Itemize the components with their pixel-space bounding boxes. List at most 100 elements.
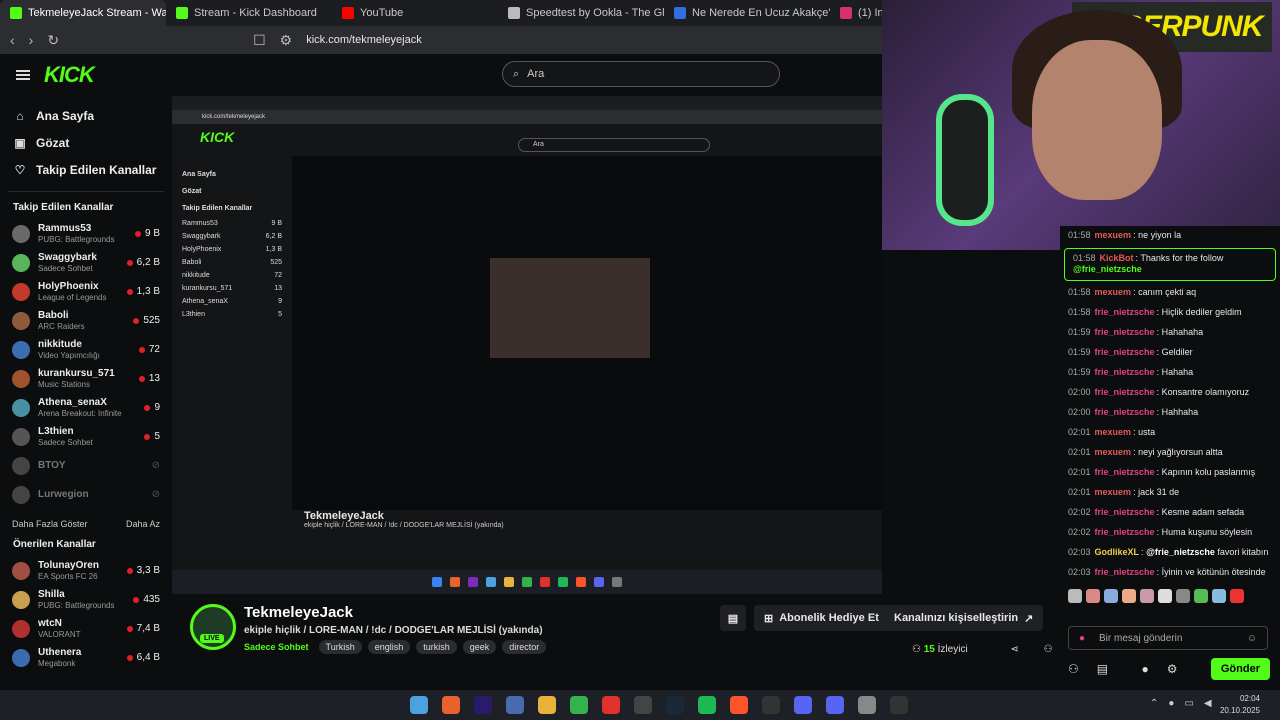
chat-bubble-icon[interactable]: ●	[1141, 662, 1148, 676]
channel-item[interactable]: Uthenera Megabonk 6,4 B	[0, 643, 172, 672]
app-circle-icon[interactable]	[794, 696, 812, 714]
emote-icon[interactable]	[1122, 588, 1136, 603]
gift-subscription-button[interactable]: ⊞ Abonelik Hediye Et	[754, 605, 889, 631]
channel-item[interactable]: wtcN VALORANT 7,4 B	[0, 614, 172, 643]
browser-tab[interactable]: Stream - Kick Dashboard	[166, 0, 332, 26]
app-icon[interactable]	[602, 696, 620, 714]
settings-icon[interactable]: ⚙	[1167, 662, 1178, 676]
chat-username[interactable]: mexuem	[1095, 447, 1132, 457]
emote-icon[interactable]	[1158, 588, 1172, 603]
chat-username[interactable]: KickBot	[1100, 253, 1134, 263]
clock[interactable]: 02:04 20.10.2025	[1220, 693, 1260, 717]
xbox-icon[interactable]	[570, 696, 588, 714]
emote-icon[interactable]	[1212, 588, 1226, 603]
streamer-name[interactable]: TekmeleyeJack	[244, 604, 353, 621]
show-more-button[interactable]: Daha Fazla Göster	[12, 519, 88, 529]
customize-channel-button[interactable]: Kanalınızı kişiselleştirin ↗	[884, 605, 1044, 631]
reload-icon[interactable]: ↻	[47, 32, 59, 49]
chat-username[interactable]: frie_nietzsche	[1095, 307, 1155, 317]
stream-tag[interactable]: director	[502, 640, 547, 654]
firefox-icon[interactable]	[442, 696, 460, 714]
steam-icon[interactable]	[666, 696, 684, 714]
channel-item[interactable]: Athena_senaX Arena Breakout: Infinite 9	[0, 393, 172, 422]
stream-tag[interactable]: turkish	[416, 640, 457, 654]
emote-icon[interactable]	[1140, 588, 1154, 603]
channel-item[interactable]: nikkitude Video Yapımcılığı 72	[0, 335, 172, 364]
emote-icon[interactable]	[1086, 588, 1100, 603]
folder-icon[interactable]	[538, 696, 556, 714]
mic-tray-icon[interactable]: ●	[1168, 698, 1174, 709]
chat-username[interactable]: mexuem	[1095, 287, 1132, 297]
channel-item[interactable]: TolunayOren EA Sports FC 26 3,3 B	[0, 556, 172, 585]
emoji-icon[interactable]: ☺	[1247, 633, 1257, 644]
monitor-icon[interactable]	[506, 696, 524, 714]
network-icon[interactable]: ▭	[1184, 698, 1193, 709]
streamer-avatar[interactable]	[190, 604, 236, 650]
share-icon[interactable]: ⋖	[1010, 644, 1018, 655]
site-settings-icon[interactable]: ⚙	[280, 32, 293, 49]
chat-username[interactable]: frie_nietzsche	[1095, 567, 1155, 577]
chat-username[interactable]: frie_nietzsche	[1095, 387, 1155, 397]
chat-username[interactable]: frie_nietzsche	[1095, 407, 1155, 417]
settings-gear-icon[interactable]	[858, 696, 876, 714]
channel-item[interactable]: BTOY ⊘	[0, 451, 172, 480]
channel-item[interactable]: HolyPhoenix League of Legends 1,3 B	[0, 277, 172, 306]
stream-tag[interactable]: geek	[462, 640, 497, 654]
chat-username[interactable]: frie_nietzsche	[1095, 327, 1155, 337]
browser-tab[interactable]: TekmeleyeJack Stream - Watch L×	[0, 0, 166, 26]
chevron-up-icon[interactable]: ⌃	[1150, 698, 1158, 709]
search-input[interactable]: ⌕ Ara	[502, 61, 780, 87]
chat-username[interactable]: GodlikeXL	[1095, 547, 1140, 557]
forward-icon[interactable]: ›	[29, 32, 34, 48]
emote-icon[interactable]	[1068, 588, 1082, 603]
chat-username[interactable]: frie_nietzsche	[1095, 467, 1155, 477]
send-button[interactable]: Gönder	[1210, 658, 1270, 680]
epic-games-icon[interactable]	[634, 696, 652, 714]
browser-tab[interactable]: Speedtest by Ookla - The Global Bro	[498, 0, 664, 26]
channel-item[interactable]: Rammus53 PUBG: Battlegrounds 9 B	[0, 219, 172, 248]
kick-logo[interactable]: KICK	[44, 62, 95, 88]
chat-username[interactable]: frie_nietzsche	[1095, 347, 1155, 357]
premiere-icon[interactable]	[474, 696, 492, 714]
chat-username[interactable]: mexuem	[1095, 230, 1132, 240]
volume-icon[interactable]: ◀	[1204, 698, 1212, 709]
spotify-icon[interactable]	[698, 696, 716, 714]
browser-tab[interactable]: YouTube	[332, 0, 498, 26]
emote-icon[interactable]	[1176, 588, 1190, 603]
channel-item[interactable]: Swaggybark Sadece Sohbet 6,2 B	[0, 248, 172, 277]
channel-item[interactable]: L3thien Sadece Sohbet 5	[0, 422, 172, 451]
video-player[interactable]: kick.com/tekmeleyejack KICK Ara Ana Sayf…	[172, 96, 882, 594]
channel-item[interactable]: kurankursu_571 Music Stations 13	[0, 364, 172, 393]
channel-item[interactable]: Shilla PUBG: Battlegrounds 435	[0, 585, 172, 614]
stream-tag[interactable]: english	[367, 640, 411, 654]
emote-icon[interactable]	[1230, 588, 1244, 603]
brave-icon[interactable]	[730, 696, 748, 714]
chat-username[interactable]: frie_nietzsche	[1095, 527, 1155, 537]
back-icon[interactable]: ‹	[10, 32, 15, 48]
mic-icon[interactable]: ●	[1079, 633, 1085, 644]
epic-icon[interactable]	[890, 696, 908, 714]
sidebar-nav-item[interactable]: ⌂ Ana Sayfa	[0, 102, 172, 129]
bookmark-icon[interactable]: ☐	[253, 32, 266, 49]
follow-icon[interactable]: ⚇	[1044, 644, 1053, 655]
chat-username[interactable]: mexuem	[1095, 427, 1132, 437]
discord-icon[interactable]	[826, 696, 844, 714]
menu-icon[interactable]	[16, 70, 30, 80]
chat-mention[interactable]: @frie_nietzsche	[1073, 264, 1142, 274]
store-icon[interactable]: ▤	[1097, 662, 1108, 676]
emote-icon[interactable]	[1104, 588, 1118, 603]
obs-icon[interactable]	[762, 696, 780, 714]
users-icon[interactable]: ⚇	[1068, 662, 1079, 676]
chat-input[interactable]: ● Bir mesaj gönderin ☺	[1068, 626, 1268, 650]
stream-tag[interactable]: Turkish	[318, 640, 362, 654]
category-link[interactable]: Sadece Sohbet	[244, 642, 309, 652]
browser-tab[interactable]: Ne Nerede En Ucuz Akakçe'de	[664, 0, 830, 26]
url-field[interactable]: kick.com/tekmeleyejack	[306, 34, 422, 46]
channel-item[interactable]: Baboli ARC Raiders 525	[0, 306, 172, 335]
chat-username[interactable]: frie_nietzsche	[1095, 507, 1155, 517]
gift-box-icon-button[interactable]: ▤	[720, 605, 746, 631]
windows-start-icon[interactable]	[410, 696, 428, 714]
sidebar-nav-item[interactable]: ♡ Takip Edilen Kanallar	[0, 156, 172, 183]
sidebar-nav-item[interactable]: ▣ Gözat	[0, 129, 172, 156]
chat-mention[interactable]: @frie_nietzsche	[1146, 547, 1215, 557]
